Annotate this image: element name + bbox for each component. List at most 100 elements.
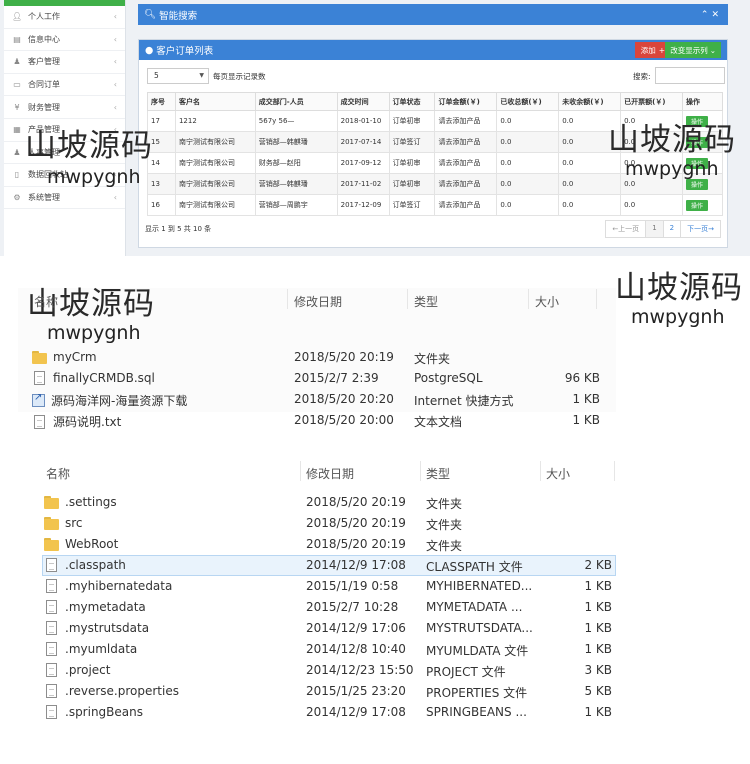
column-header[interactable]: 操作 (681, 92, 724, 111)
file-icon (34, 414, 45, 429)
file-row[interactable]: myCrm 2018/5/20 20:19 文件夹 (30, 347, 614, 368)
action-button[interactable]: 操作 (685, 178, 708, 190)
sidebar-item[interactable]: ⚙ 系统管理 ‹ (4, 187, 125, 210)
file-row[interactable]: 源码说明.txt 2018/5/20 20:00 文本文档 1 KB (30, 410, 614, 431)
column-divider[interactable] (528, 289, 529, 309)
file-row[interactable]: .mymetadata 2015/2/7 10:28 MYMETADATA ..… (42, 597, 616, 618)
file-row[interactable]: .reverse.properties 2015/1/25 23:20 PROP… (42, 681, 616, 702)
file-name-cell: finallyCRMDB.sql (32, 371, 155, 385)
table-row[interactable]: 16 南宁测试有限公司 营销部—周鹏宇 2017-12-09 订单签订 请去添加产品 0.0… (147, 194, 724, 216)
file-row[interactable]: src 2018/5/20 20:19 文件夹 (42, 513, 616, 534)
dropdown-arrow-icon: ▼ (199, 72, 204, 79)
page-size-select[interactable]: 5 ▼ (147, 68, 209, 84)
header-type[interactable]: 类型 (414, 293, 438, 310)
column-header[interactable]: 未收余额(￥) (558, 92, 622, 111)
file-type: 文件夹 (426, 497, 463, 511)
file-row[interactable]: .classpath 2014/12/9 17:08 CLASSPATH 文件 … (42, 555, 616, 576)
file-type: PROPERTIES 文件 (426, 686, 528, 700)
table-cell: 南宁测试有限公司 (174, 131, 256, 153)
column-header[interactable]: 订单状态 (388, 92, 436, 111)
folder-icon (44, 495, 59, 509)
file-name-cell: 源码海洋网-海量资源下载 (32, 392, 187, 409)
action-button[interactable]: 操作 (685, 199, 708, 211)
table-cell: 请去添加产品 (434, 194, 498, 216)
column-divider[interactable] (407, 289, 408, 309)
file-row[interactable]: 源码海洋网-海量资源下载 2018/5/20 20:20 Internet 快捷… (30, 389, 614, 410)
page-number-button[interactable]: 2 (662, 220, 682, 238)
file-icon (46, 600, 57, 614)
file-name-cell: .settings (44, 495, 117, 509)
chevron-left-icon: ‹ (113, 80, 117, 90)
file-size: 5 KB (584, 684, 612, 698)
column-divider[interactable] (420, 461, 421, 481)
header-type[interactable]: 类型 (426, 465, 450, 482)
table-cell: 请去添加产品 (434, 110, 498, 132)
table-cell: 营销部—韩麒璠 (254, 173, 338, 195)
table-cell: 订单初审 (388, 152, 436, 174)
file-name: .project (65, 663, 111, 677)
column-divider[interactable] (596, 289, 597, 309)
file-name-cell: 源码说明.txt (32, 413, 121, 430)
sidebar-item-label: 客户管理 (28, 57, 60, 67)
file-name-cell: .mystrutsdata (44, 621, 149, 635)
column-divider[interactable] (287, 289, 288, 309)
table-header-row: 序号 客户名 成交部门-人员 成交时间 订单状态 订单金额(￥) 已收总额(￥) 未收余额(￥… (147, 92, 724, 111)
header-name[interactable]: 名称 (46, 465, 70, 482)
header-date[interactable]: 修改日期 (306, 465, 354, 482)
sidebar-item[interactable]: ♟ 客户管理 ‹ (4, 51, 125, 74)
list-icon: ▤ (13, 34, 21, 44)
search-input[interactable] (655, 67, 725, 84)
sidebar-item[interactable]: 👤︎ 个人工作 ‹ (4, 6, 125, 29)
trash-icon: ▯ (14, 170, 20, 180)
prev-page-button[interactable]: ←上一页 (605, 220, 647, 238)
header-date[interactable]: 修改日期 (294, 293, 342, 310)
table-cell: 0.0 (620, 194, 683, 216)
file-row[interactable]: .mystrutsdata 2014/12/9 17:06 MYSTRUTSDA… (42, 618, 616, 639)
change-columns-button[interactable]: 改变显示列 ⌄ (665, 42, 721, 58)
file-row[interactable]: WebRoot 2018/5/20 20:19 文件夹 (42, 534, 616, 555)
sidebar-item[interactable]: ¥ 财务管理 ‹ (4, 96, 125, 119)
page-number-button[interactable]: 1 (645, 220, 664, 238)
file-name-cell: .classpath (44, 558, 126, 572)
change-columns-label: 改变显示列 (670, 45, 708, 55)
sidebar-item[interactable]: ▭ 合同订单 ‹ (4, 74, 125, 97)
file-row[interactable]: .myhibernatedata 2015/1/19 0:58 MYHIBERN… (42, 576, 616, 597)
file-date: 2015/2/7 10:28 (306, 600, 399, 614)
header-name[interactable]: 名称 (34, 293, 58, 310)
header-size[interactable]: 大小 (535, 293, 559, 310)
smart-search-header[interactable]: 🔍︎ 智能搜索 ⌃✕ (138, 4, 728, 25)
sidebar-item[interactable]: ▤ 信息中心 ‹ (4, 29, 125, 52)
file-row[interactable]: .myumldata 2014/12/8 10:40 MYUMLDATA 文件 … (42, 639, 616, 660)
table-cell: 营销部—韩麒璠 (254, 131, 338, 153)
action-cell: 操作 (681, 194, 724, 216)
column-divider[interactable] (614, 461, 615, 481)
file-row[interactable]: .settings 2018/5/20 20:19 文件夹 (42, 492, 616, 513)
file-type: Internet 快捷方式 (414, 394, 514, 408)
table-cell: 订单初审 (388, 110, 436, 132)
gear-icon: ⚙ (13, 193, 21, 203)
column-header[interactable]: 客户名 (174, 92, 256, 111)
file-name-cell: .springBeans (44, 705, 143, 719)
file-name-cell: .myhibernatedata (44, 579, 172, 593)
next-page-button[interactable]: 下一页→ (680, 220, 721, 238)
chevron-left-icon: ‹ (113, 34, 117, 44)
file-row[interactable]: .project 2014/12/23 15:50 PROJECT 文件 3 K… (42, 660, 616, 681)
file-type: MYUMLDATA 文件 (426, 644, 529, 658)
header-size[interactable]: 大小 (546, 465, 570, 482)
file-type: 文件夹 (414, 352, 451, 366)
file-row[interactable]: finallyCRMDB.sql 2015/2/7 2:39 PostgreSQ… (30, 368, 614, 389)
column-divider[interactable] (540, 461, 541, 481)
column-header[interactable]: 成交部门-人员 (254, 92, 338, 111)
collapse-close-controls[interactable]: ⌃✕ (701, 10, 722, 20)
user-icon: 👤︎ (12, 12, 23, 22)
column-header[interactable]: 订单金额(￥) (434, 92, 498, 111)
column-header[interactable]: 成交时间 (336, 92, 390, 111)
column-header[interactable]: 已开票额(￥) (620, 92, 683, 111)
file-type: MYSTRUTSDATA... (426, 621, 533, 635)
column-divider[interactable] (300, 461, 301, 481)
column-header[interactable]: 序号 (147, 92, 176, 111)
file-name: .classpath (65, 558, 126, 572)
column-header[interactable]: 已收总额(￥) (496, 92, 560, 111)
file-icon (46, 621, 57, 635)
file-row[interactable]: .springBeans 2014/12/9 17:08 SPRINGBEANS… (42, 702, 616, 723)
